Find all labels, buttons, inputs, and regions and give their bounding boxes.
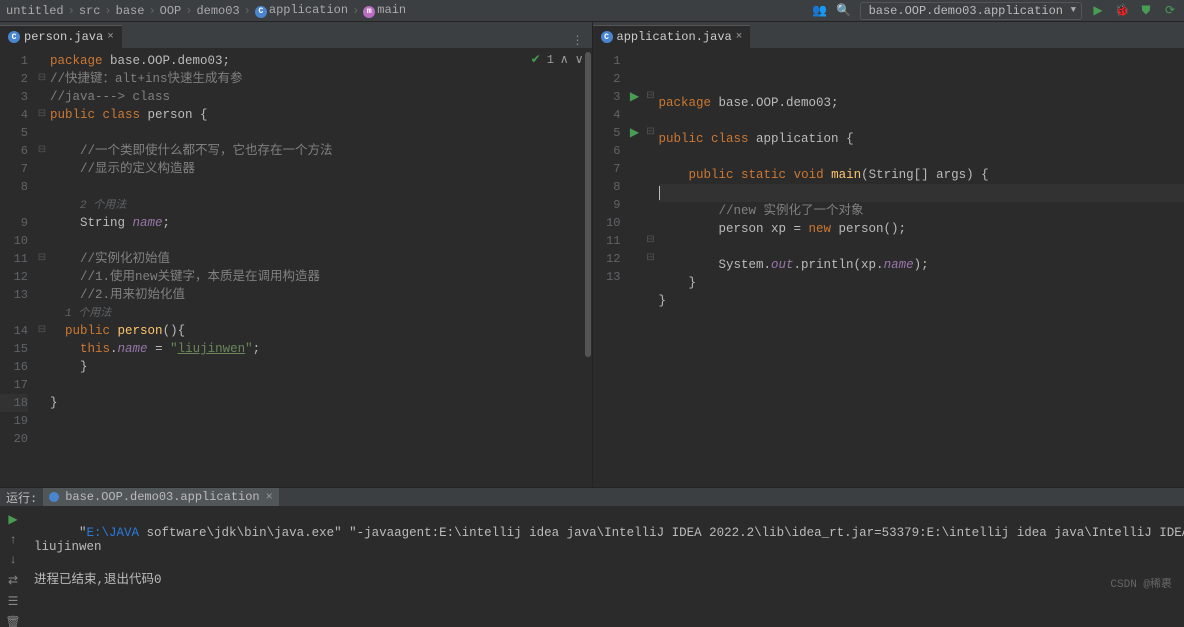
tab-bar-right: C application.java × (593, 22, 1184, 48)
line-gutter: 12345678910111213 (593, 48, 627, 487)
crumb[interactable]: mmain (363, 3, 406, 18)
fold-column[interactable]: ⊟⊟⊟⊟ (643, 48, 659, 487)
tab-label: person.java (24, 30, 103, 44)
top-toolbar: untitled› src› base› OOP› demo03› Cappli… (0, 0, 1184, 22)
run-gutter[interactable]: ▶▶ (627, 48, 643, 487)
exit-line: 进程已结束,退出代码0 (34, 573, 162, 587)
run-config-selector[interactable]: base.OOP.demo03.application (860, 2, 1082, 20)
print-icon[interactable]: ☰ (8, 594, 19, 609)
run-icon[interactable]: ▶ (8, 512, 17, 527)
crumb[interactable]: OOP (160, 4, 182, 18)
problems-count: 1 (547, 53, 554, 67)
debug-icon[interactable]: 🐞 (1114, 3, 1130, 19)
crumb[interactable]: base (116, 4, 145, 18)
close-icon[interactable]: × (266, 490, 273, 504)
editor-left: C person.java × ⋮ ✔ 1 ∧ ∨ 12345678910111… (0, 22, 593, 487)
output-line: liujinwen (34, 540, 102, 554)
run-tool-window: 运行: base.OOP.demo03.application × ▶ ↑ ↓ … (0, 487, 1184, 597)
method-icon: m (363, 6, 375, 18)
coverage-icon[interactable]: ⛊ (1138, 3, 1154, 19)
users-icon[interactable]: 👥 (812, 3, 828, 19)
watermark: CSDN @稀裹 (1110, 575, 1172, 591)
editor-splitter: C person.java × ⋮ ✔ 1 ∧ ∨ 12345678910111… (0, 22, 1184, 487)
breadcrumb[interactable]: untitled› src› base› OOP› demo03› Cappli… (6, 3, 406, 18)
stop-icon[interactable]: ↑ (9, 533, 16, 547)
crumb[interactable]: demo03 (196, 4, 239, 18)
wrap-icon[interactable]: ⇄ (8, 573, 18, 588)
run-label: 运行: (6, 489, 37, 506)
close-icon[interactable]: × (107, 31, 114, 43)
checkmark-icon: ✔ (531, 52, 541, 67)
code-area-left[interactable]: ✔ 1 ∧ ∨ 1234567891011121314151617181920 … (0, 48, 592, 487)
tab-person[interactable]: C person.java × (0, 25, 122, 48)
tab-application[interactable]: C application.java × (593, 25, 751, 48)
path-link[interactable]: E:\JAVA (87, 526, 140, 540)
search-icon[interactable]: 🔍 (836, 3, 852, 19)
tab-more-icon[interactable]: ⋮ (572, 33, 584, 48)
code-area-right[interactable]: 12345678910111213 ▶▶ ⊟⊟⊟⊟ package base.O… (593, 48, 1184, 487)
run-output[interactable]: "E:\JAVA software\jdk\bin\java.exe" "-ja… (26, 506, 1184, 627)
trash-icon[interactable]: 🗑 (5, 615, 20, 627)
code-text[interactable]: package base.OOP.demo03; public class ap… (659, 48, 1184, 487)
top-right-actions: 👥 🔍 base.OOP.demo03.application ▶ 🐞 ⛊ ⟳ (812, 2, 1178, 20)
crumb[interactable]: untitled (6, 4, 64, 18)
run-panel-header: 运行: base.OOP.demo03.application × (0, 488, 1184, 506)
class-icon: C (255, 6, 267, 18)
tab-label: application.java (617, 30, 732, 44)
run-tab[interactable]: base.OOP.demo03.application × (43, 488, 279, 506)
run-icon[interactable]: ▶ (1090, 3, 1106, 19)
close-icon[interactable]: × (736, 31, 743, 43)
class-icon: C (601, 31, 613, 43)
code-text[interactable]: package base.OOP.demo03;//快捷键：alt+ins快速生… (50, 48, 592, 487)
prev-icon[interactable]: ∧ (560, 52, 569, 67)
crumb[interactable]: Capplication (255, 3, 348, 18)
editor-right: C application.java × 12345678910111213 ▶… (593, 22, 1184, 487)
class-icon: C (8, 31, 20, 43)
run-side-toolbar: ▶ ↑ ↓ ⇄ ☰ 🗑 (0, 506, 26, 627)
line-gutter: 1234567891011121314151617181920 (0, 48, 34, 487)
class-icon (49, 492, 59, 502)
fold-column[interactable]: ⊟⊟⊟⊟⊟ (34, 48, 50, 487)
tab-bar-left: C person.java × ⋮ (0, 22, 592, 48)
profile-icon[interactable]: ⟳ (1162, 3, 1178, 19)
debug-icon[interactable]: ↓ (9, 553, 16, 567)
crumb[interactable]: src (79, 4, 101, 18)
